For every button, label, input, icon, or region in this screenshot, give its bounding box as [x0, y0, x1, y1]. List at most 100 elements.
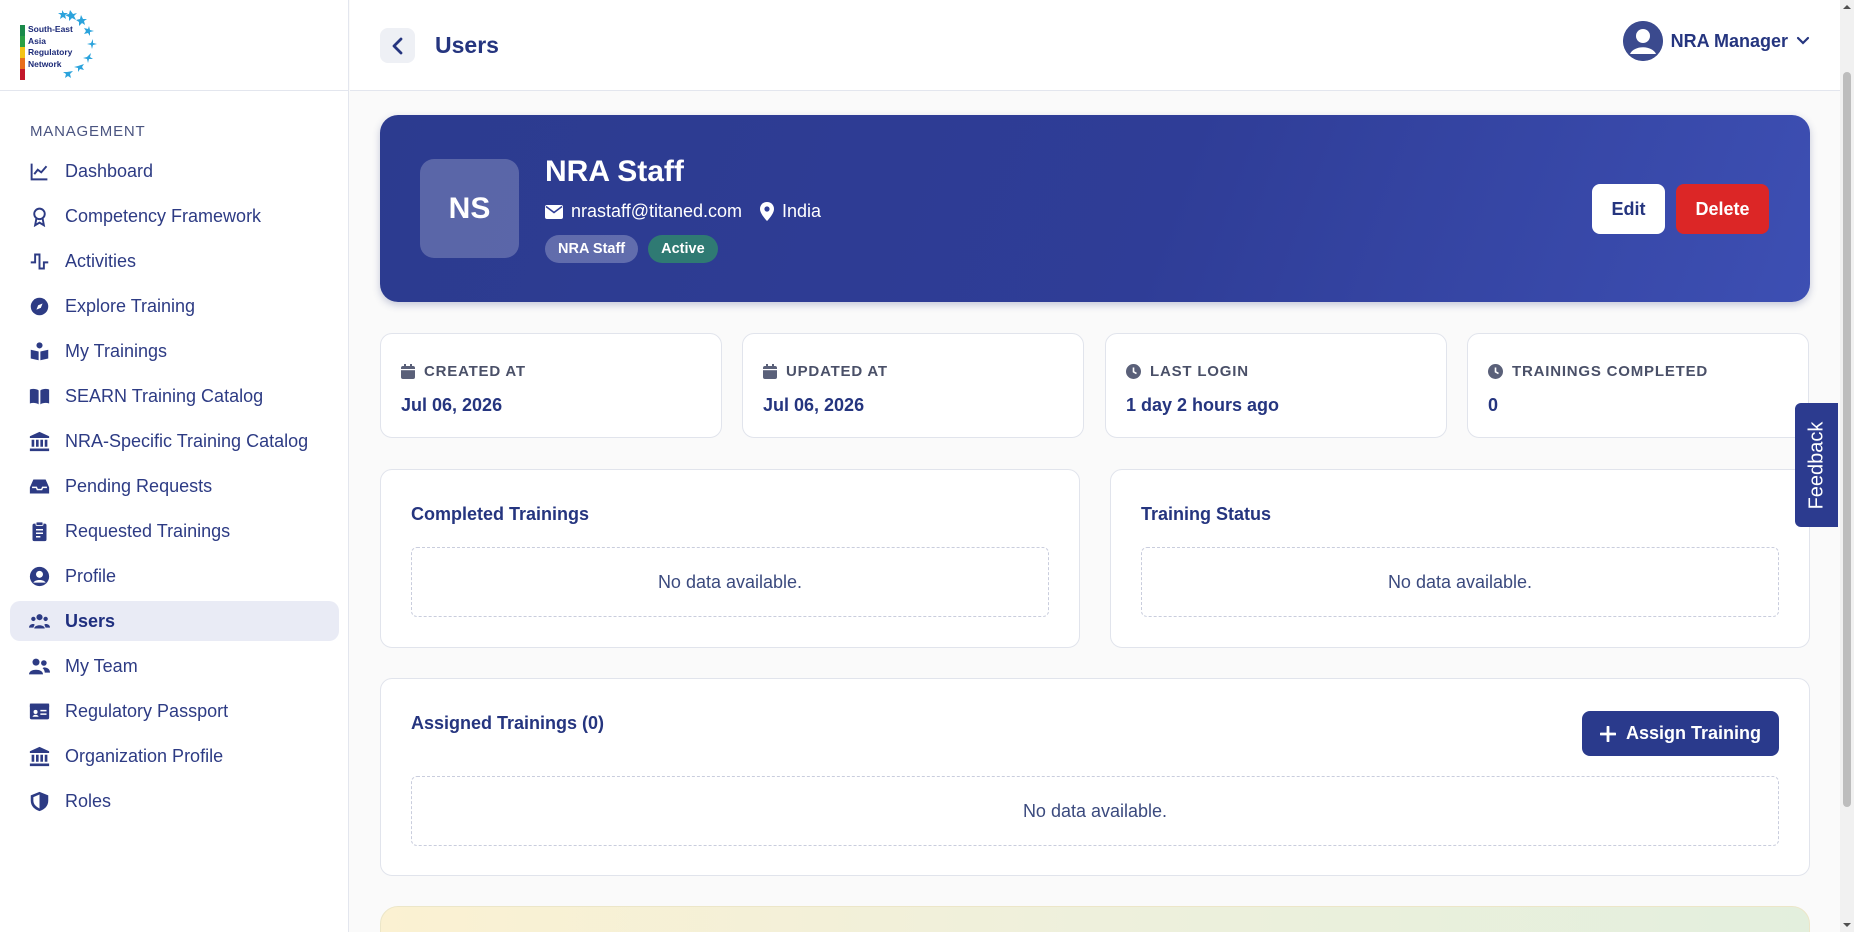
- stat-value: Jul 06, 2026: [401, 395, 503, 415]
- sidebar-item-searn-training-catalog[interactable]: SEARN Training Catalog: [10, 376, 339, 416]
- user-circle-icon: [28, 565, 50, 587]
- sidebar-item-requested-trainings[interactable]: Requested Trainings: [10, 511, 339, 551]
- stat-value: 0: [1488, 395, 1499, 415]
- users-icon: [28, 610, 50, 632]
- training-status-panel: Training Status No data available.: [1110, 469, 1810, 648]
- panel-title: Assigned Trainings (0): [411, 713, 605, 733]
- chevron-down-icon: [1796, 36, 1810, 45]
- institution-icon: [28, 745, 50, 767]
- searn-logo[interactable]: South-East Asia Regulatory Network: [18, 6, 100, 86]
- team-icon: [28, 655, 50, 677]
- shield-icon: [28, 790, 50, 812]
- chevron-left-icon: [392, 37, 402, 54]
- sidebar-item-label: SEARN Training Catalog: [65, 385, 264, 406]
- institution-icon: [28, 430, 50, 452]
- completed-trainings-panel: Completed Trainings No data available.: [380, 469, 1080, 648]
- sidebar-item-dashboard[interactable]: Dashboard: [10, 151, 339, 191]
- sidebar-item-label: Profile: [65, 565, 117, 586]
- clock-icon: [1488, 364, 1503, 379]
- empty-state: No data available.: [411, 776, 1779, 846]
- user-name: NRA Manager: [1670, 30, 1788, 51]
- sidebar-item-label: Organization Profile: [65, 745, 224, 766]
- bottom-card: [380, 906, 1810, 932]
- open-book-icon: [28, 385, 50, 407]
- book-reader-icon: [28, 340, 50, 362]
- stat-card-trainings-completed: TRAININGS COMPLETED 0: [1467, 333, 1809, 438]
- back-button[interactable]: [380, 28, 415, 63]
- sidebar-item-pending-requests[interactable]: Pending Requests: [10, 466, 339, 506]
- user-meta: nrastaff@titaned.com India: [545, 201, 839, 222]
- stat-label: TRAININGS COMPLETED: [1512, 363, 1709, 380]
- sidebar-item-my-team[interactable]: My Team: [10, 646, 339, 686]
- sidebar-item-organization-profile[interactable]: Organization Profile: [10, 736, 339, 776]
- sidebar-item-users[interactable]: Users: [10, 601, 339, 641]
- panel-title: Training Status: [1141, 504, 1272, 524]
- sidebar-item-roles[interactable]: Roles: [10, 781, 339, 821]
- calendar-icon: [763, 364, 777, 379]
- stat-value: Jul 06, 2026: [763, 395, 865, 415]
- scrollbar[interactable]: [1840, 0, 1854, 932]
- user-menu[interactable]: NRA Manager: [1622, 21, 1810, 61]
- role-badge: NRA Staff: [545, 235, 639, 263]
- scroll-thumb[interactable]: [1843, 72, 1851, 807]
- user-profile-banner: NS NRA Staff nrastaff@titaned.com India …: [380, 115, 1810, 302]
- stat-card-created-at: CREATED AT Jul 06, 2026: [380, 333, 722, 438]
- assigned-trainings-panel: Assigned Trainings (0) Assign Training N…: [380, 678, 1810, 876]
- sidebar-item-label: Explore Training: [65, 295, 196, 316]
- envelope-icon: [545, 204, 563, 219]
- top-header: Users NRA Manager: [350, 0, 1840, 91]
- panel-title: Completed Trainings: [411, 504, 590, 524]
- sidebar-item-activities[interactable]: Activities: [10, 241, 339, 281]
- edit-button[interactable]: Edit: [1592, 184, 1665, 234]
- sidebar-item-competency-framework[interactable]: Competency Framework: [10, 196, 339, 236]
- empty-state: No data available.: [1141, 547, 1779, 617]
- sidebar-item-label: Users: [65, 610, 116, 631]
- stat-card-last-login: LAST LOGIN 1 day 2 hours ago: [1105, 333, 1447, 438]
- sidebar-nav: Dashboard Competency Framework Activitie…: [10, 151, 339, 826]
- award-icon: [28, 205, 50, 227]
- sidebar-item-label: Dashboard: [65, 160, 154, 181]
- stat-label: LAST LOGIN: [1150, 363, 1249, 380]
- clock-icon: [1126, 364, 1141, 379]
- calendar-icon: [401, 364, 415, 379]
- scroll-down-arrow-icon: [1843, 923, 1851, 927]
- logo-area: South-East Asia Regulatory Network: [0, 0, 348, 91]
- sidebar-item-label: Competency Framework: [65, 205, 262, 226]
- map-pin-icon: [760, 202, 775, 221]
- sidebar-item-label: Pending Requests: [65, 475, 213, 496]
- sidebar-item-nra-specific-training-catalog[interactable]: NRA-Specific Training Catalog: [10, 421, 339, 461]
- stat-card-updated-at: UPDATED AT Jul 06, 2026: [742, 333, 1084, 438]
- sidebar-item-my-trainings[interactable]: My Trainings: [10, 331, 339, 371]
- sidebar-item-label: Activities: [65, 250, 137, 271]
- assign-training-button[interactable]: Assign Training: [1582, 711, 1779, 756]
- compass-icon: [28, 295, 50, 317]
- user-avatar-icon: [1622, 21, 1663, 61]
- feedback-tab[interactable]: Feedback: [1795, 403, 1838, 527]
- stat-value: 1 day 2 hours ago: [1126, 395, 1280, 415]
- page-title: Users: [435, 32, 499, 58]
- id-card-icon: [28, 700, 50, 722]
- sidebar-item-label: NRA-Specific Training Catalog: [65, 430, 309, 451]
- sidebar-item-label: Regulatory Passport: [65, 700, 229, 721]
- empty-state: No data available.: [411, 547, 1049, 617]
- sidebar: South-East Asia Regulatory Network MANAG…: [0, 0, 349, 932]
- sidebar-item-label: Requested Trainings: [65, 520, 231, 541]
- pulse-icon: [28, 250, 50, 272]
- logo-color-bars: [20, 25, 25, 80]
- user-email: nrastaff@titaned.com: [545, 201, 742, 222]
- sidebar-section-label: MANAGEMENT: [30, 123, 146, 140]
- stat-label: CREATED AT: [424, 363, 526, 380]
- plus-icon: [1599, 725, 1616, 742]
- logo-text: South-East Asia Regulatory Network: [28, 24, 73, 69]
- sidebar-item-label: Roles: [65, 790, 112, 811]
- delete-button[interactable]: Delete: [1676, 184, 1769, 234]
- status-badge: Active: [648, 235, 718, 263]
- inbox-icon: [28, 475, 50, 497]
- sidebar-item-explore-training[interactable]: Explore Training: [10, 286, 339, 326]
- sidebar-item-label: My Trainings: [65, 340, 168, 361]
- sidebar-item-profile[interactable]: Profile: [10, 556, 339, 596]
- clipboard-icon: [28, 520, 50, 542]
- sidebar-item-regulatory-passport[interactable]: Regulatory Passport: [10, 691, 339, 731]
- chart-line-icon: [28, 160, 50, 182]
- sidebar-item-label: My Team: [65, 655, 138, 676]
